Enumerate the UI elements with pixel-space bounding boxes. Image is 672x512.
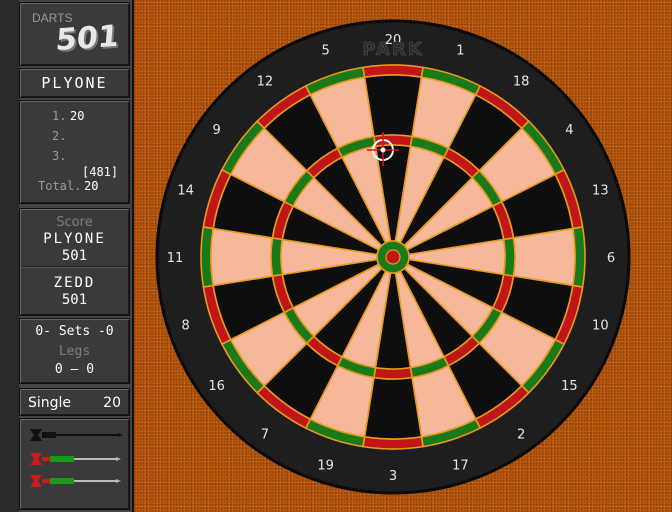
board-brand: PARK xyxy=(362,39,423,60)
board-number-11: 11 xyxy=(167,251,184,266)
board-number-1: 1 xyxy=(456,44,464,59)
board-number-6: 6 xyxy=(607,251,615,266)
board-number-14: 14 xyxy=(177,184,194,199)
score-divider xyxy=(22,266,127,267)
board-number-4: 4 xyxy=(565,123,573,138)
sets-legs-panel: 0- Sets -0 Legs 0 – 0 xyxy=(19,318,130,384)
board-number-7: 7 xyxy=(261,427,269,442)
throw-1-label: 1. xyxy=(52,109,67,123)
crosshair-center xyxy=(380,147,386,153)
darts-remaining-panel xyxy=(19,418,130,510)
game-logo: DARTS 501 xyxy=(19,2,130,66)
scoreboard-sidebar: DARTS 501 PLYONE 1. 20 2. 3. [481] Total… xyxy=(0,0,134,512)
board-number-9: 9 xyxy=(212,123,220,138)
score-label: Score xyxy=(56,215,93,230)
board-area[interactable]: 20 1 18 4 13 6 10 15 2 17 3 19 7 16 8 11 14 9 12 5 PARK xyxy=(134,0,672,512)
dartboard[interactable]: 2011841361015217319716811149125 PARK xyxy=(134,0,672,512)
throw-1-value: 20 xyxy=(70,109,85,123)
player-1-name: PLYONE xyxy=(43,231,106,247)
legs-score: 0 – 0 xyxy=(54,362,95,377)
logo-number: 501 xyxy=(54,18,121,59)
sidebar-margin xyxy=(0,0,19,512)
darts-remaining-icons xyxy=(30,429,123,487)
target-value: 20 xyxy=(103,395,121,411)
board-number-17: 17 xyxy=(452,458,469,473)
target-panel: Single 20 xyxy=(19,388,130,416)
board-number-18: 18 xyxy=(513,75,530,90)
dart-thrown-icon xyxy=(30,429,123,441)
board-number-12: 12 xyxy=(257,75,274,90)
dart-in-hand-icon xyxy=(30,475,121,487)
total-value: 20 xyxy=(84,179,99,193)
board-number-15: 15 xyxy=(561,379,578,394)
throws-panel: 1. 20 2. 3. [481] Total. 20 xyxy=(19,100,130,204)
board-number-8: 8 xyxy=(182,318,190,333)
player-1-score: 501 xyxy=(61,248,88,264)
board-segments[interactable] xyxy=(200,64,586,450)
board-number-5: 5 xyxy=(321,44,329,59)
total-label: Total. xyxy=(38,179,82,193)
score-panel: Score PLYONE 501 ZEDD 501 xyxy=(19,208,130,316)
board-number-2: 2 xyxy=(517,427,525,442)
board-number-19: 19 xyxy=(317,458,334,473)
throw-3-label: 3. xyxy=(52,149,67,163)
darts-game-screen: DARTS 501 PLYONE 1. 20 2. 3. [481] Total… xyxy=(0,0,672,512)
board-number-13: 13 xyxy=(592,184,609,199)
board-number-16: 16 xyxy=(208,379,225,394)
remaining-score: [481] xyxy=(82,165,119,179)
target-mode: Single xyxy=(28,395,72,411)
legs-label: Legs xyxy=(58,344,91,359)
board-number-10: 10 xyxy=(592,318,609,333)
bullseye[interactable] xyxy=(385,249,401,265)
current-player-panel: PLYONE xyxy=(19,68,130,98)
player-2-score: 501 xyxy=(61,292,88,308)
dart-in-hand-icon xyxy=(30,453,121,465)
player-2-name: ZEDD xyxy=(53,275,96,291)
throw-2-label: 2. xyxy=(52,129,67,143)
board-number-3: 3 xyxy=(389,469,397,484)
sets-score: 0- Sets -0 xyxy=(35,324,114,339)
current-player-name: PLYONE xyxy=(41,74,108,92)
